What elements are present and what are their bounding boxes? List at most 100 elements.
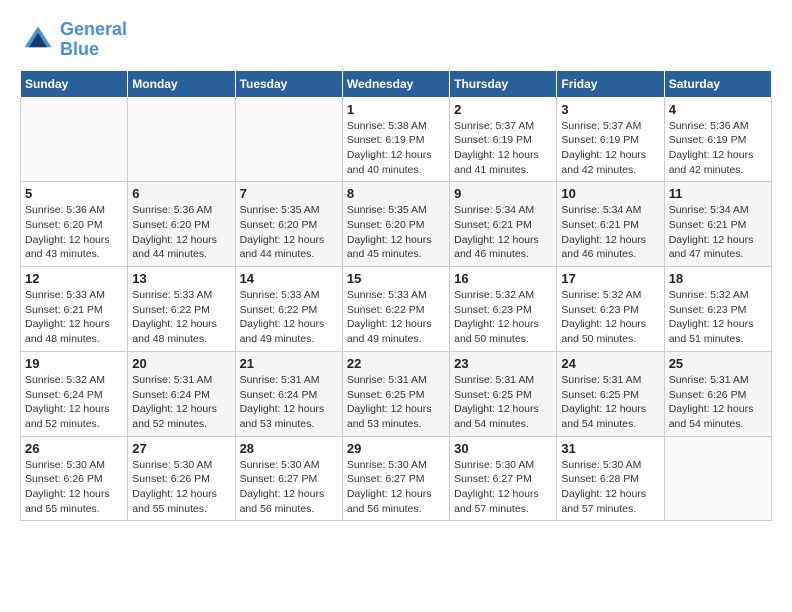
day-info: Sunrise: 5:33 AMSunset: 6:22 PMDaylight:… (347, 288, 445, 347)
day-info: Sunrise: 5:34 AMSunset: 6:21 PMDaylight:… (561, 203, 659, 262)
header-friday: Friday (557, 70, 664, 97)
calendar-cell: 3 Sunrise: 5:37 AMSunset: 6:19 PMDaylight… (557, 97, 664, 182)
header-wednesday: Wednesday (342, 70, 449, 97)
day-number: 28 (240, 441, 338, 456)
calendar-cell: 27 Sunrise: 5:30 AMSunset: 6:26 PMDayligh… (128, 436, 235, 521)
day-info: Sunrise: 5:36 AMSunset: 6:20 PMDaylight:… (132, 203, 230, 262)
day-info: Sunrise: 5:30 AMSunset: 6:27 PMDaylight:… (347, 458, 445, 517)
calendar-cell: 8Sunrise: 5:35 AMSunset: 6:20 PMDaylight… (342, 182, 449, 267)
calendar-cell: 4 Sunrise: 5:36 AMSunset: 6:19 PMDaylight… (664, 97, 771, 182)
calendar-cell: 20 Sunrise: 5:31 AMSunset: 6:24 PMDayligh… (128, 351, 235, 436)
calendar-week-row: 12 Sunrise: 5:33 AMSunset: 6:21 PMDayligh… (21, 267, 772, 352)
day-number: 23 (454, 356, 552, 371)
calendar-cell: 12 Sunrise: 5:33 AMSunset: 6:21 PMDayligh… (21, 267, 128, 352)
page-header: General Blue (20, 20, 772, 60)
calendar-cell: 2 Sunrise: 5:37 AMSunset: 6:19 PMDaylight… (450, 97, 557, 182)
day-info: Sunrise: 5:32 AMSunset: 6:23 PMDaylight:… (669, 288, 767, 347)
calendar-cell: 17 Sunrise: 5:32 AMSunset: 6:23 PMDayligh… (557, 267, 664, 352)
calendar-cell: 25 Sunrise: 5:31 AMSunset: 6:26 PMDayligh… (664, 351, 771, 436)
calendar-cell (235, 97, 342, 182)
calendar-week-row: 26Sunrise: 5:30 AMSunset: 6:26 PMDayligh… (21, 436, 772, 521)
day-info: Sunrise: 5:31 AMSunset: 6:24 PMDaylight:… (132, 373, 230, 432)
day-info: Sunrise: 5:31 AMSunset: 6:24 PMDaylight:… (240, 373, 338, 432)
calendar-cell: 1Sunrise: 5:38 AMSunset: 6:19 PMDaylight… (342, 97, 449, 182)
day-number: 17 (561, 271, 659, 286)
day-info: Sunrise: 5:30 AMSunset: 6:27 PMDaylight:… (240, 458, 338, 517)
calendar-cell: 9Sunrise: 5:34 AMSunset: 6:21 PMDaylight… (450, 182, 557, 267)
day-number: 13 (132, 271, 230, 286)
logo-text: General Blue (60, 20, 127, 60)
calendar-cell: 30 Sunrise: 5:30 AMSunset: 6:27 PMDayligh… (450, 436, 557, 521)
day-number: 4 (669, 102, 767, 117)
day-info: Sunrise: 5:34 AMSunset: 6:21 PMDaylight:… (454, 203, 552, 262)
logo-icon (20, 22, 56, 58)
calendar-cell: 11Sunrise: 5:34 AMSunset: 6:21 PMDayligh… (664, 182, 771, 267)
day-info: Sunrise: 5:30 AMSunset: 6:28 PMDaylight:… (561, 458, 659, 517)
calendar-cell: 24 Sunrise: 5:31 AMSunset: 6:25 PMDayligh… (557, 351, 664, 436)
calendar-week-row: 19Sunrise: 5:32 AMSunset: 6:24 PMDayligh… (21, 351, 772, 436)
logo: General Blue (20, 20, 127, 60)
day-number: 19 (25, 356, 123, 371)
calendar-header-row: SundayMondayTuesdayWednesdayThursdayFrid… (21, 70, 772, 97)
calendar-cell: 10 Sunrise: 5:34 AMSunset: 6:21 PMDayligh… (557, 182, 664, 267)
calendar-cell (21, 97, 128, 182)
calendar-cell: 14Sunrise: 5:33 AMSunset: 6:22 PMDayligh… (235, 267, 342, 352)
day-info: Sunrise: 5:33 AMSunset: 6:21 PMDaylight:… (25, 288, 123, 347)
calendar-cell: 21 Sunrise: 5:31 AMSunset: 6:24 PMDayligh… (235, 351, 342, 436)
day-info: Sunrise: 5:30 AMSunset: 6:27 PMDaylight:… (454, 458, 552, 517)
day-number: 14 (240, 271, 338, 286)
calendar-cell: 13 Sunrise: 5:33 AMSunset: 6:22 PMDayligh… (128, 267, 235, 352)
header-monday: Monday (128, 70, 235, 97)
calendar-cell: 5Sunrise: 5:36 AMSunset: 6:20 PMDaylight… (21, 182, 128, 267)
calendar-cell: 22Sunrise: 5:31 AMSunset: 6:25 PMDayligh… (342, 351, 449, 436)
day-number: 18 (669, 271, 767, 286)
day-number: 25 (669, 356, 767, 371)
day-number: 29 (347, 441, 445, 456)
header-sunday: Sunday (21, 70, 128, 97)
calendar-cell: 31 Sunrise: 5:30 AMSunset: 6:28 PMDayligh… (557, 436, 664, 521)
day-number: 21 (240, 356, 338, 371)
calendar-cell: 23 Sunrise: 5:31 AMSunset: 6:25 PMDayligh… (450, 351, 557, 436)
day-info: Sunrise: 5:33 AMSunset: 6:22 PMDaylight:… (132, 288, 230, 347)
day-info: Sunrise: 5:36 AMSunset: 6:19 PMDaylight:… (669, 119, 767, 178)
calendar-cell: 15 Sunrise: 5:33 AMSunset: 6:22 PMDayligh… (342, 267, 449, 352)
day-info: Sunrise: 5:32 AMSunset: 6:23 PMDaylight:… (561, 288, 659, 347)
day-info: Sunrise: 5:31 AMSunset: 6:26 PMDaylight:… (669, 373, 767, 432)
day-number: 12 (25, 271, 123, 286)
day-number: 24 (561, 356, 659, 371)
calendar-cell: 16 Sunrise: 5:32 AMSunset: 6:23 PMDayligh… (450, 267, 557, 352)
calendar-cell: 29 Sunrise: 5:30 AMSunset: 6:27 PMDayligh… (342, 436, 449, 521)
day-number: 30 (454, 441, 552, 456)
calendar-cell: 7Sunrise: 5:35 AMSunset: 6:20 PMDaylight… (235, 182, 342, 267)
calendar-table: SundayMondayTuesdayWednesdayThursdayFrid… (20, 70, 772, 522)
day-info: Sunrise: 5:31 AMSunset: 6:25 PMDaylight:… (454, 373, 552, 432)
day-info: Sunrise: 5:31 AMSunset: 6:25 PMDaylight:… (561, 373, 659, 432)
calendar-cell (664, 436, 771, 521)
day-number: 11 (669, 186, 767, 201)
day-number: 31 (561, 441, 659, 456)
calendar-cell: 18 Sunrise: 5:32 AMSunset: 6:23 PMDayligh… (664, 267, 771, 352)
day-number: 16 (454, 271, 552, 286)
day-info: Sunrise: 5:30 AMSunset: 6:26 PMDaylight:… (25, 458, 123, 517)
calendar-cell: 19Sunrise: 5:32 AMSunset: 6:24 PMDayligh… (21, 351, 128, 436)
calendar-cell (128, 97, 235, 182)
header-saturday: Saturday (664, 70, 771, 97)
header-tuesday: Tuesday (235, 70, 342, 97)
day-number: 27 (132, 441, 230, 456)
calendar-week-row: 1Sunrise: 5:38 AMSunset: 6:19 PMDaylight… (21, 97, 772, 182)
day-number: 6 (132, 186, 230, 201)
day-info: Sunrise: 5:30 AMSunset: 6:26 PMDaylight:… (132, 458, 230, 517)
calendar-cell: 28 Sunrise: 5:30 AMSunset: 6:27 PMDayligh… (235, 436, 342, 521)
day-info: Sunrise: 5:37 AMSunset: 6:19 PMDaylight:… (454, 119, 552, 178)
day-number: 22 (347, 356, 445, 371)
day-number: 20 (132, 356, 230, 371)
day-number: 2 (454, 102, 552, 117)
day-info: Sunrise: 5:32 AMSunset: 6:23 PMDaylight:… (454, 288, 552, 347)
day-number: 15 (347, 271, 445, 286)
day-number: 10 (561, 186, 659, 201)
day-info: Sunrise: 5:36 AMSunset: 6:20 PMDaylight:… (25, 203, 123, 262)
day-info: Sunrise: 5:37 AMSunset: 6:19 PMDaylight:… (561, 119, 659, 178)
day-info: Sunrise: 5:35 AMSunset: 6:20 PMDaylight:… (347, 203, 445, 262)
day-number: 3 (561, 102, 659, 117)
calendar-cell: 26Sunrise: 5:30 AMSunset: 6:26 PMDayligh… (21, 436, 128, 521)
